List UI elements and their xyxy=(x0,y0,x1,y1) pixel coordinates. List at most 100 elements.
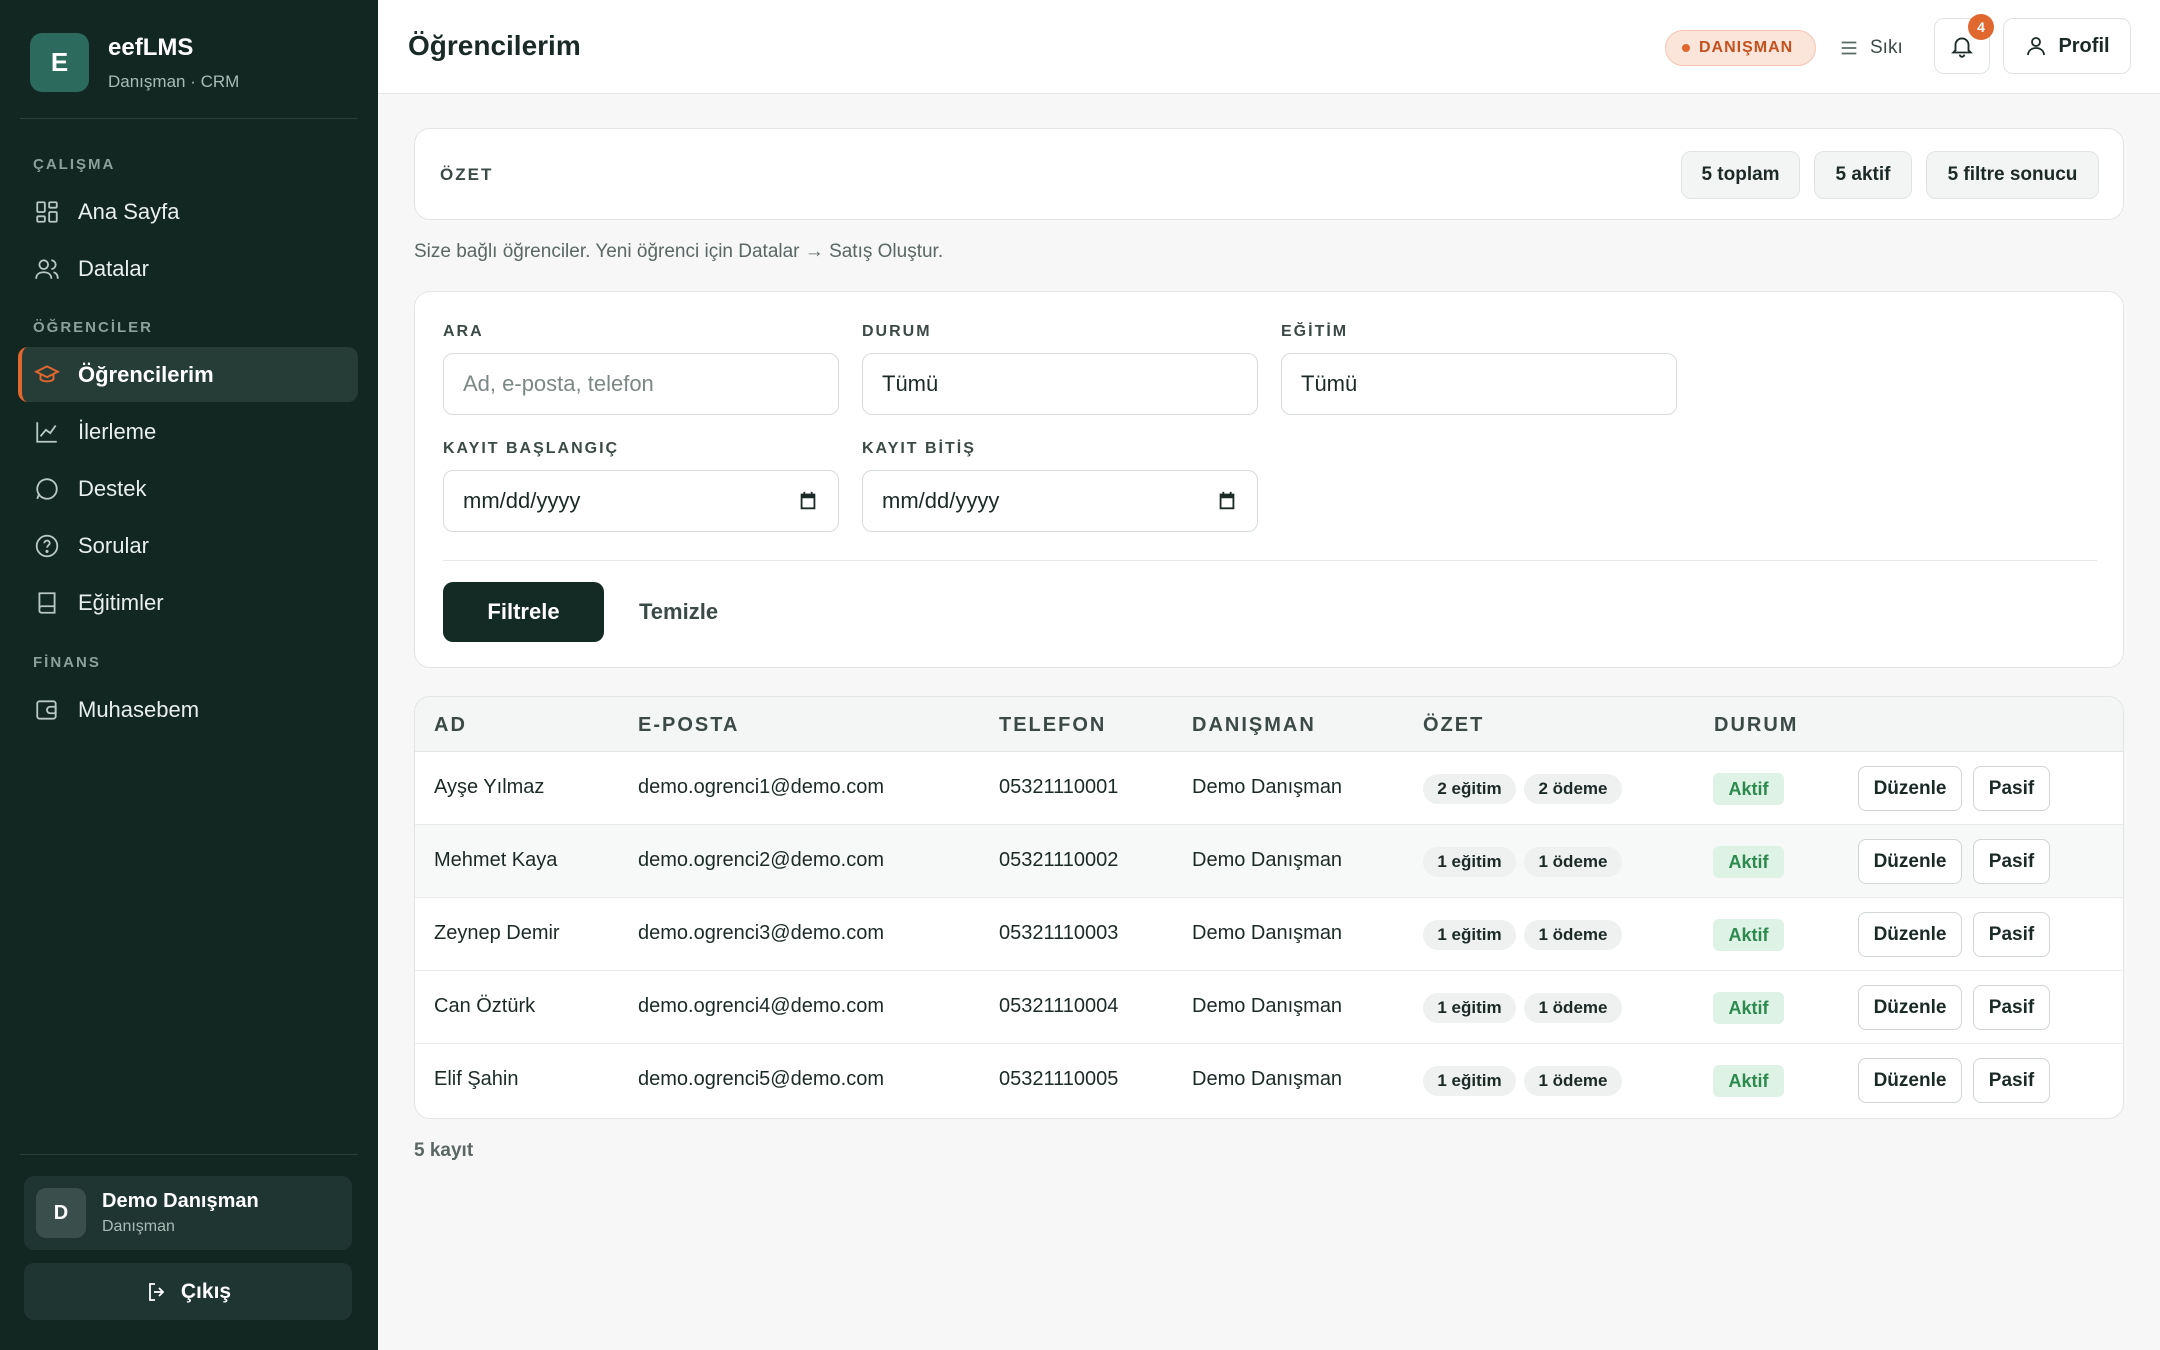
sidebar-item-ana-sayfa[interactable]: Ana Sayfa xyxy=(18,184,358,239)
sidebar-item-ogrencilerim[interactable]: Öğrencilerim xyxy=(18,347,358,402)
status-badge: Aktif xyxy=(1713,773,1784,805)
table-row[interactable]: Elif Şahin demo.ogrenci5@demo.com 053211… xyxy=(415,1044,2123,1117)
edit-button[interactable]: Düzenle xyxy=(1858,766,1962,811)
column-header-phone[interactable]: TELEFON xyxy=(999,714,1106,737)
deactivate-button[interactable]: Pasif xyxy=(1973,985,2050,1030)
table-row[interactable]: Zeynep Demir demo.ogrenci3@demo.com 0532… xyxy=(415,898,2123,971)
sidebar-item-label: Destek xyxy=(78,475,147,501)
users-icon xyxy=(34,256,60,282)
cell-phone: 05321110002 xyxy=(999,849,1119,871)
payment-count-pill: 1 ödeme xyxy=(1524,847,1622,877)
sidebar-item-label: Ana Sayfa xyxy=(78,198,180,224)
calendar-icon[interactable] xyxy=(797,490,819,512)
deactivate-button[interactable]: Pasif xyxy=(1973,766,2050,811)
end-date-input[interactable]: mm/dd/yyyy xyxy=(862,470,1258,532)
edit-button[interactable]: Düzenle xyxy=(1858,1058,1962,1103)
table-row[interactable]: Can Öztürk demo.ogrenci4@demo.com 053211… xyxy=(415,971,2123,1044)
cell-email: demo.ogrenci4@demo.com xyxy=(638,995,884,1017)
edit-button[interactable]: Düzenle xyxy=(1858,839,1962,884)
chip-total: 5 toplam xyxy=(1681,151,1800,199)
user-name: Demo Danışman xyxy=(102,1190,259,1212)
column-header-advisor[interactable]: DANIŞMAN xyxy=(1192,714,1316,737)
logout-button[interactable]: Çıkış xyxy=(24,1263,352,1320)
wallet-icon xyxy=(34,697,60,723)
cell-name: Can Öztürk xyxy=(434,995,536,1017)
role-badge-label: DANIŞMAN xyxy=(1699,39,1794,56)
edit-button[interactable]: Düzenle xyxy=(1858,985,1962,1030)
sidebar-item-muhasebem[interactable]: Muhasebem xyxy=(18,682,358,737)
cell-phone: 05321110005 xyxy=(999,1068,1119,1090)
avatar: D xyxy=(36,1188,86,1238)
cell-email: demo.ogrenci3@demo.com xyxy=(638,922,884,944)
search-input[interactable]: Ad, e-posta, telefon xyxy=(443,353,839,415)
search-label: ARA xyxy=(443,323,484,340)
education-label: EĞİTİM xyxy=(1281,323,1349,340)
summary-label: ÖZET xyxy=(440,165,494,184)
user-card[interactable]: D Demo Danışman Danışman xyxy=(24,1176,352,1250)
brand[interactable]: E eefLMS Danışman · CRM xyxy=(30,33,239,92)
sidebar-item-egitimler[interactable]: Eğitimler xyxy=(18,575,358,630)
deactivate-button[interactable]: Pasif xyxy=(1973,839,2050,884)
sidebar-item-label: Eğitimler xyxy=(78,589,164,615)
density-toggle[interactable]: Sıkı xyxy=(1838,30,1903,66)
density-label: Sıkı xyxy=(1870,37,1903,58)
top-header: Öğrencilerim DANIŞMAN Sıkı 4 Profil xyxy=(378,0,2160,94)
edit-button[interactable]: Düzenle xyxy=(1858,912,1962,957)
filter-button[interactable]: Filtrele xyxy=(443,582,604,642)
helper-text: Size bağlı öğrenciler. Yeni öğrenci için… xyxy=(414,241,944,262)
bell-icon xyxy=(1951,37,1973,58)
payment-count-pill: 1 ödeme xyxy=(1524,1066,1622,1096)
payment-count-pill: 1 ödeme xyxy=(1524,993,1622,1023)
cell-email: demo.ogrenci2@demo.com xyxy=(638,849,884,871)
sidebar-item-label: Datalar xyxy=(78,255,149,281)
cell-name: Zeynep Demir xyxy=(434,922,560,944)
sidebar-divider xyxy=(20,118,358,119)
logout-icon xyxy=(148,1282,165,1301)
calendar-icon[interactable] xyxy=(1216,490,1238,512)
cell-advisor: Demo Danışman xyxy=(1192,995,1343,1017)
status-badge: Aktif xyxy=(1713,992,1784,1024)
table-row[interactable]: Mehmet Kaya demo.ogrenci2@demo.com 05321… xyxy=(415,825,2123,898)
column-header-summary[interactable]: ÖZET xyxy=(1423,714,1484,737)
clear-button[interactable]: Temizle xyxy=(639,582,718,642)
students-table: AD E-POSTA TELEFON DANIŞMAN ÖZET DURUM A… xyxy=(414,696,2124,1119)
cell-name: Ayşe Yılmaz xyxy=(434,776,545,798)
sidebar-item-datalar[interactable]: Datalar xyxy=(18,241,358,296)
column-header-status[interactable]: DURUM xyxy=(1714,714,1798,737)
chip-filter-results: 5 filtre sonucu xyxy=(1926,151,2099,199)
role-badge: DANIŞMAN xyxy=(1665,30,1817,66)
section-label-calisma: ÇALIŞMA xyxy=(33,156,116,173)
payment-count-pill: 1 ödeme xyxy=(1524,920,1622,950)
profile-button[interactable]: Profil xyxy=(2003,18,2131,74)
graduation-cap-icon xyxy=(34,362,60,388)
education-select[interactable]: Tümü xyxy=(1281,353,1677,415)
education-count-pill: 1 eğitim xyxy=(1423,920,1516,950)
sidebar-item-label: İlerleme xyxy=(78,418,157,444)
help-icon xyxy=(34,533,60,559)
status-select[interactable]: Tümü xyxy=(862,353,1258,415)
column-header-name[interactable]: AD xyxy=(434,714,467,737)
end-date-label: KAYIT BİTİŞ xyxy=(862,440,976,457)
column-header-email[interactable]: E-POSTA xyxy=(638,714,739,737)
filter-divider xyxy=(443,560,2097,561)
logout-label: Çıkış xyxy=(180,1279,232,1303)
sidebar-item-ilerleme[interactable]: İlerleme xyxy=(18,404,358,459)
brand-logo: E xyxy=(30,33,89,92)
brand-subtitle: Danışman · CRM xyxy=(108,71,240,91)
cell-name: Elif Şahin xyxy=(434,1068,519,1090)
table-row[interactable]: Ayşe Yılmaz demo.ogrenci1@demo.com 05321… xyxy=(415,752,2123,825)
sidebar-item-destek[interactable]: Destek xyxy=(18,461,358,516)
education-count-pill: 1 eğitim xyxy=(1423,847,1516,877)
cell-advisor: Demo Danışman xyxy=(1192,1068,1343,1090)
deactivate-button[interactable]: Pasif xyxy=(1973,912,2050,957)
sidebar-item-sorular[interactable]: Sorular xyxy=(18,518,358,573)
section-label-finans: FİNANS xyxy=(33,654,101,671)
sidebar-item-label: Sorular xyxy=(78,532,149,558)
table-header: AD E-POSTA TELEFON DANIŞMAN ÖZET DURUM xyxy=(415,697,2123,752)
user-role: Danışman xyxy=(102,1218,175,1235)
education-count-pill: 1 eğitim xyxy=(1423,1066,1516,1096)
chat-icon xyxy=(34,476,60,502)
start-date-input[interactable]: mm/dd/yyyy xyxy=(443,470,839,532)
summary-card: ÖZET 5 toplam 5 aktif 5 filtre sonucu xyxy=(414,128,2124,220)
deactivate-button[interactable]: Pasif xyxy=(1973,1058,2050,1103)
